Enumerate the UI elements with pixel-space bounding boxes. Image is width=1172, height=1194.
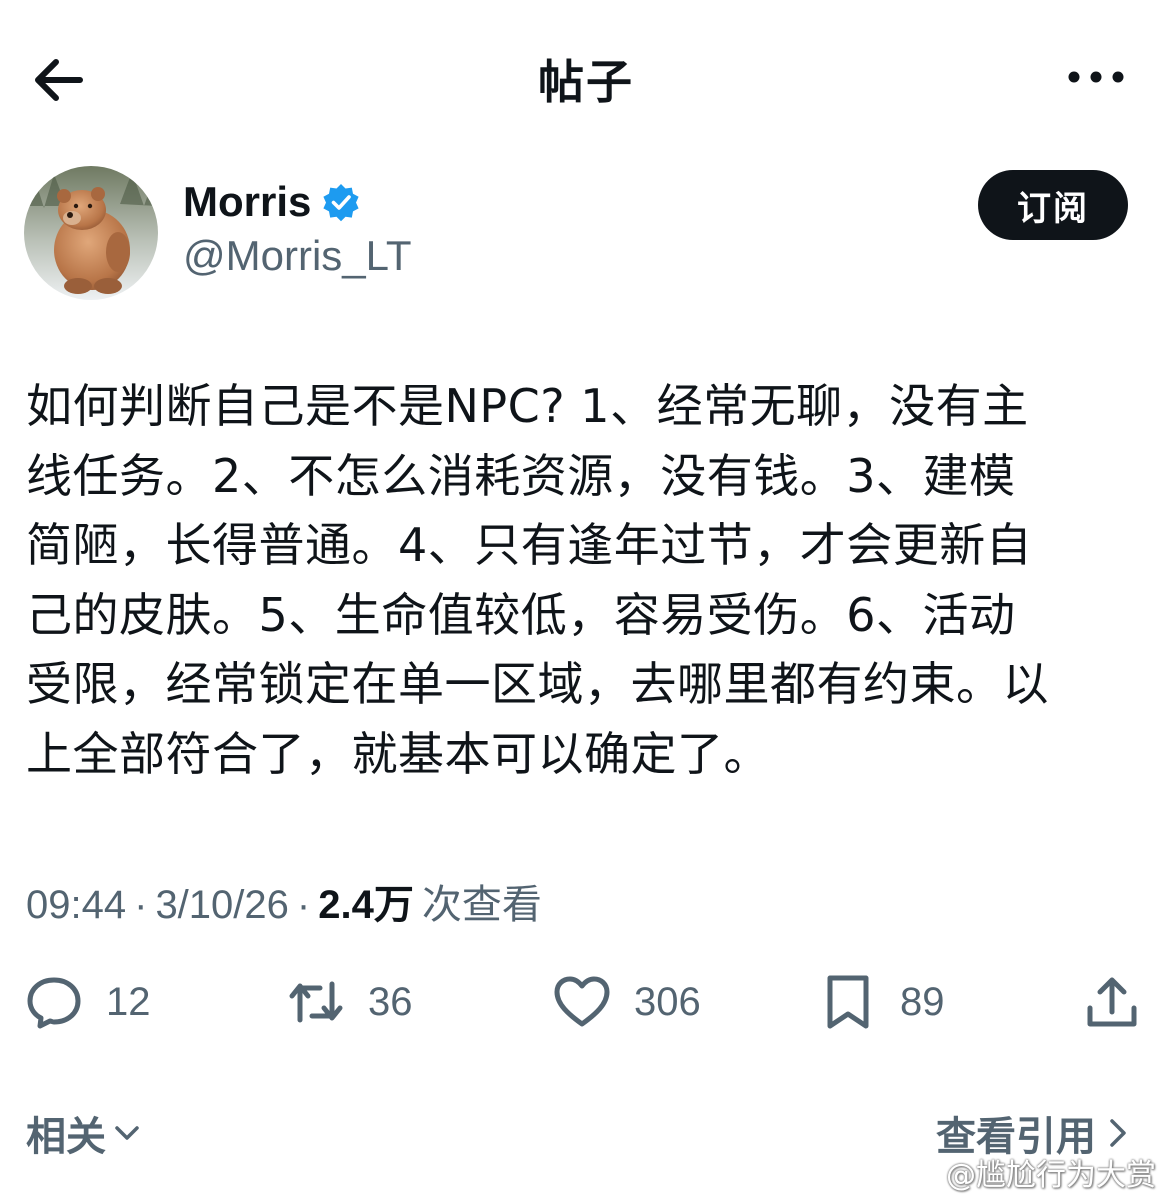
more-horizontal-icon[interactable]	[1066, 62, 1126, 92]
post-text: 如何判断自己是不是NPC? 1、经常无聊，没有主 线任务。2、不怎么消耗资源，没…	[26, 372, 1154, 789]
related-label: 相关	[26, 1114, 106, 1160]
post-time[interactable]: 09:44	[26, 883, 126, 928]
subscribe-button[interactable]: 订阅	[978, 170, 1128, 240]
reply-button[interactable]: 12	[24, 972, 151, 1032]
post-text-line: 如何判断自己是不是NPC? 1、经常无聊，没有主	[26, 379, 1029, 433]
meta-separator: ·	[296, 883, 311, 927]
post-text-line: 线任务。2、不怎么消耗资源，没有钱。3、建模	[26, 448, 1016, 503]
reply-count: 12	[106, 979, 151, 1024]
meta-separator: ·	[134, 883, 148, 927]
share-icon	[1087, 977, 1137, 1027]
avatar[interactable]	[24, 166, 158, 300]
bookmark-icon	[827, 975, 869, 1029]
chevron-right-icon	[1110, 1119, 1126, 1147]
post-text-line: 简陋，长得普通。4、只有逢年过节，才会更新自	[26, 518, 1033, 572]
reply-icon	[27, 977, 81, 1029]
watermark-text: @尴尬行为大赏	[946, 1158, 1156, 1193]
author-name[interactable]: Morris	[183, 178, 311, 226]
like-count: 306	[634, 979, 701, 1024]
author-name-row: Morris	[183, 178, 361, 226]
post-text-line: 己的皮肤。5、生命值较低，容易受伤。6、活动	[26, 587, 1016, 642]
retweet-count: 36	[368, 979, 413, 1024]
bookmark-count: 89	[900, 979, 945, 1024]
like-button[interactable]: 306	[552, 972, 701, 1032]
watermark: @尴尬行为大赏	[900, 1150, 1156, 1194]
post-text-line: 上全部符合了，就基本可以确定了。	[26, 726, 770, 781]
page-title: 帖子	[538, 55, 634, 109]
weibo-logo-icon	[900, 1158, 939, 1188]
post-date[interactable]: 3/10/26	[155, 883, 288, 928]
share-button[interactable]	[1082, 972, 1142, 1032]
retweet-icon	[289, 981, 343, 1023]
retweet-button[interactable]: 36	[286, 972, 413, 1032]
bookmark-button[interactable]: 89	[818, 972, 945, 1032]
chevron-down-icon	[115, 1126, 139, 1140]
views-count[interactable]: 2.4万	[318, 872, 414, 930]
post-meta: 09:44 · 3/10/26 · 2.4万 次查看	[26, 872, 542, 930]
heart-icon	[554, 976, 610, 1027]
verified-badge-icon	[323, 184, 359, 222]
related-toggle[interactable]: 相关	[26, 1104, 142, 1162]
post-text-line: 受限，经常锁定在单一区域，去哪里都有约束。以	[26, 657, 1049, 711]
author-handle[interactable]: @Morris_LT	[183, 232, 412, 280]
views-label: 次查看	[421, 883, 542, 927]
